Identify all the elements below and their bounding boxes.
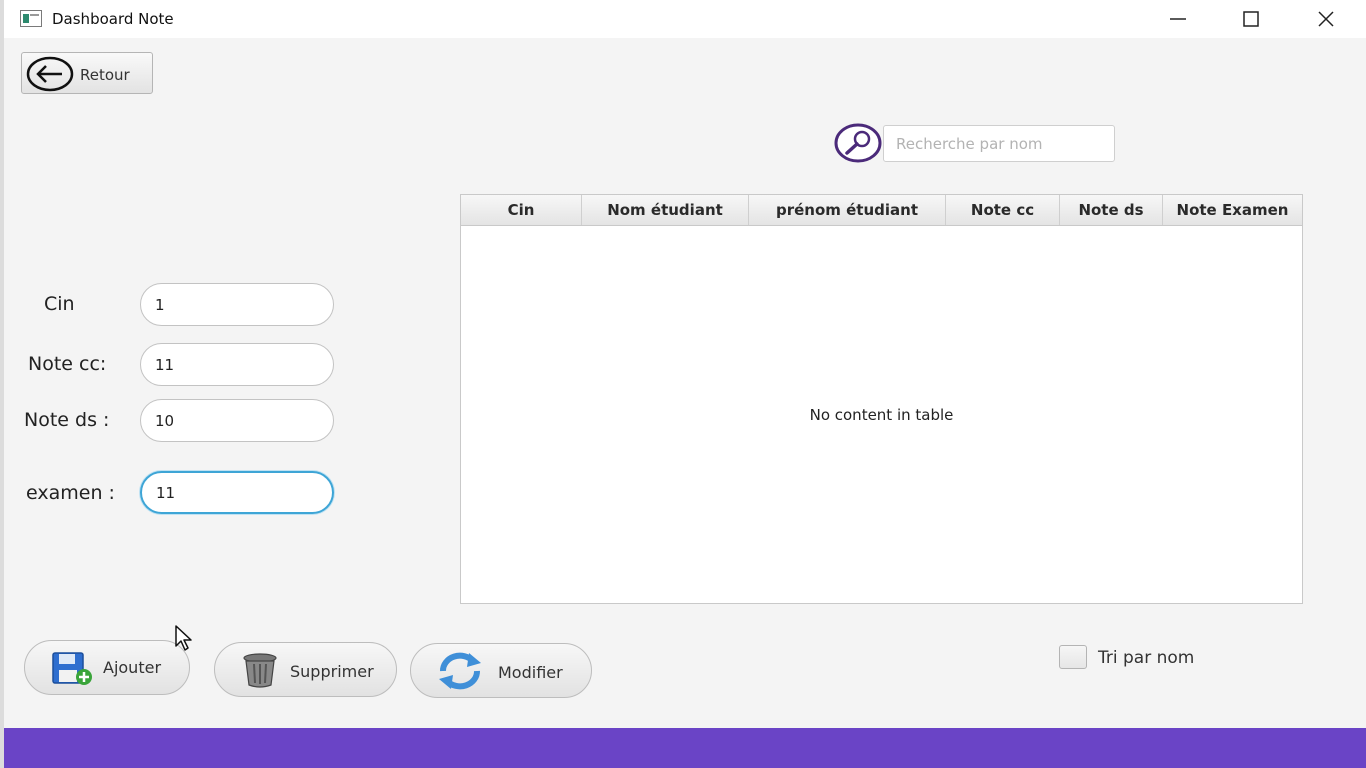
delete-button-label: Supprimer xyxy=(290,662,374,681)
minimize-icon xyxy=(1170,18,1186,20)
note-cc-field[interactable] xyxy=(140,343,334,386)
minimize-button[interactable] xyxy=(1143,0,1213,38)
column-header-cin[interactable]: Cin xyxy=(461,195,582,225)
close-button[interactable] xyxy=(1291,0,1361,38)
refresh-icon xyxy=(439,652,481,690)
search-icon[interactable] xyxy=(833,122,885,164)
close-icon xyxy=(1318,11,1334,27)
column-header-note-examen[interactable]: Note Examen xyxy=(1163,195,1302,225)
maximize-icon xyxy=(1243,11,1259,27)
back-button-label: Retour xyxy=(80,66,130,84)
window-title: Dashboard Note xyxy=(52,10,174,28)
delete-button[interactable]: Supprimer xyxy=(214,642,397,697)
arrow-left-circle-icon xyxy=(26,56,74,92)
title-bar: Dashboard Note xyxy=(4,0,1366,38)
maximize-button[interactable] xyxy=(1216,0,1286,38)
sort-by-name-label[interactable]: Tri par nom xyxy=(1098,648,1194,668)
table-header: Cin Nom étudiant prénom étudiant Note cc… xyxy=(461,195,1302,226)
note-ds-label: Note ds : xyxy=(24,409,110,431)
cin-field[interactable] xyxy=(140,283,334,326)
footer-bar xyxy=(4,728,1366,768)
back-button[interactable]: Retour xyxy=(21,52,153,94)
app-icon xyxy=(20,10,42,27)
sort-by-name-checkbox[interactable] xyxy=(1059,645,1087,669)
floppy-disk-add-icon xyxy=(52,652,92,685)
table-empty-message: No content in table xyxy=(809,406,954,424)
column-header-note-cc[interactable]: Note cc xyxy=(946,195,1060,225)
modify-button-label: Modifier xyxy=(498,663,563,682)
mouse-cursor-icon xyxy=(175,625,192,651)
add-button-label: Ajouter xyxy=(103,658,162,677)
search-input[interactable] xyxy=(883,125,1115,162)
add-button[interactable]: Ajouter xyxy=(24,640,190,695)
note-ds-field[interactable] xyxy=(140,399,334,442)
examen-field[interactable] xyxy=(140,471,334,514)
main-content: Retour Cin Nom étudiant prénom étudiant … xyxy=(4,38,1366,728)
examen-label: examen : xyxy=(26,482,115,504)
note-cc-label: Note cc: xyxy=(28,353,107,375)
notes-table[interactable]: Cin Nom étudiant prénom étudiant Note cc… xyxy=(460,194,1303,604)
cin-label: Cin xyxy=(44,293,75,315)
column-header-nom[interactable]: Nom étudiant xyxy=(582,195,749,225)
column-header-prenom[interactable]: prénom étudiant xyxy=(749,195,946,225)
modify-button[interactable]: Modifier xyxy=(410,643,592,698)
trash-icon xyxy=(243,653,277,688)
column-header-note-ds[interactable]: Note ds xyxy=(1060,195,1163,225)
